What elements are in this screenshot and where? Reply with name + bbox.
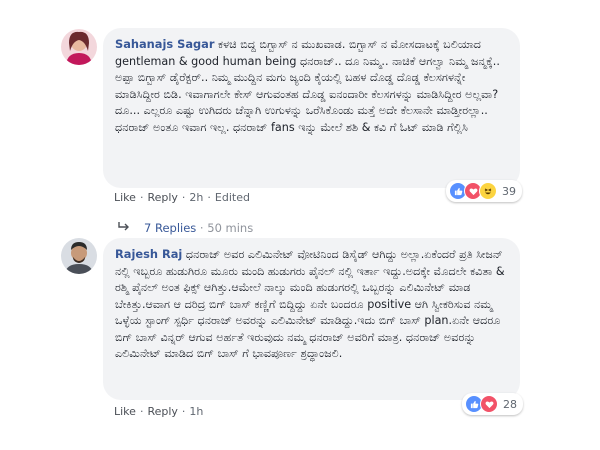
comment-actions: Like · Reply · 1h <box>114 405 204 418</box>
edited-label[interactable]: Edited <box>215 191 250 204</box>
like-link[interactable]: Like <box>114 191 136 204</box>
comment-text-second: ಧನರಾಜ್ ಅಂತೂ ಇವಾಗ ಇಲ್ಲ. ಧನರಾಜ್ fans ಇನ್ನು… <box>115 120 468 134</box>
haha-reaction-icon <box>479 182 497 200</box>
view-replies[interactable]: 7 Replies · 50 mins <box>118 221 253 235</box>
comment-bubble: Rajesh Raj ಧನರಾಜ್ ಅವರ ಎಲಿಮಿನೇಟ್ ವೋಟಿನಿಂದ… <box>103 238 520 400</box>
comment-bubble: Sahanajs Sagar ಕಳಚಿ ಬಿದ್ದ ಬಿಗ್ಬಾಸ್ ನ ಮುಖ… <box>103 28 520 188</box>
avatar-image <box>61 238 97 274</box>
reaction-count: 39 <box>502 184 516 198</box>
reply-link[interactable]: Reply <box>147 405 177 418</box>
reaction-summary[interactable]: 39 <box>446 180 522 202</box>
comment-author[interactable]: Rajesh Raj <box>115 247 182 261</box>
replies-count[interactable]: 7 Replies <box>144 221 196 235</box>
reaction-count: 28 <box>503 397 517 411</box>
avatar[interactable] <box>61 238 97 274</box>
comment-actions: Like · Reply · 2h · Edited <box>114 191 250 204</box>
avatar[interactable] <box>61 29 97 65</box>
reaction-summary[interactable]: 28 <box>462 393 523 415</box>
avatar-image <box>61 29 97 65</box>
comment-author[interactable]: Sahanajs Sagar <box>115 37 214 51</box>
like-link[interactable]: Like <box>114 405 136 418</box>
comment-time[interactable]: 2h <box>189 191 203 204</box>
comment-time[interactable]: 1h <box>189 405 203 418</box>
love-reaction-icon <box>480 395 498 413</box>
replies-time: 50 mins <box>207 221 254 235</box>
reply-link[interactable]: Reply <box>147 191 177 204</box>
comment-text: ಧನರಾಜ್ ಅವರ ಎಲಿಮಿನೇಟ್ ವೋಟಿನಿಂದ ಡಿಸೈಡ್ ಆಗಿ… <box>115 248 505 360</box>
reply-arrow-icon <box>118 221 130 235</box>
